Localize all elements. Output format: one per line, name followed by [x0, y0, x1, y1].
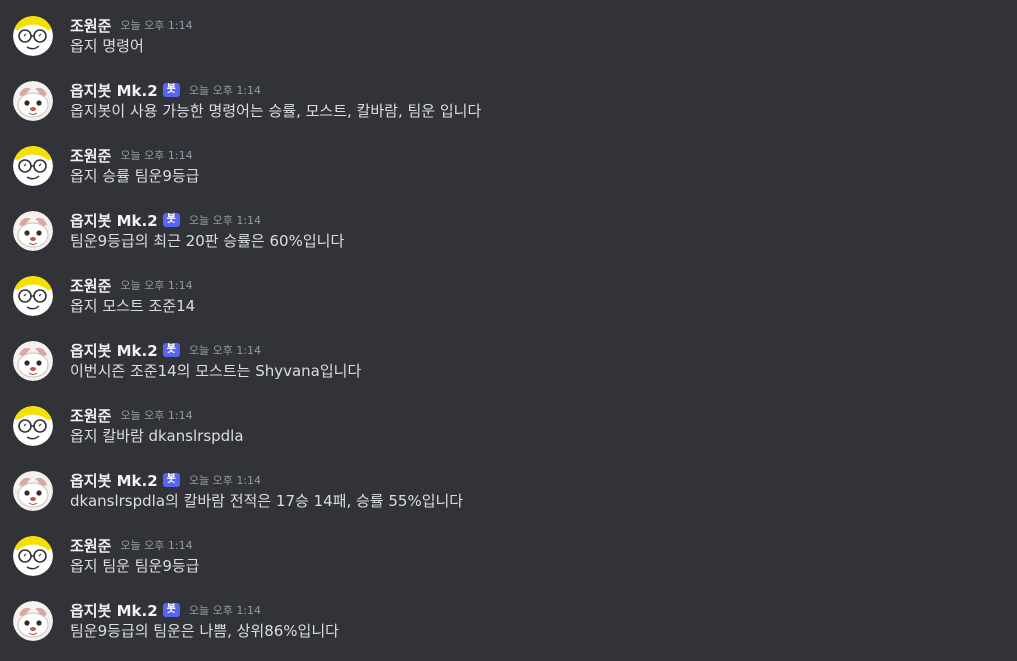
message-header: 옵지봇 Mk.2 봇 오늘 오후 1:14: [70, 469, 261, 491]
bot-tag: 봇: [162, 473, 180, 487]
user-avatar[interactable]: [13, 536, 53, 576]
message-content: 옵지 명령어: [70, 37, 144, 55]
message-header: 조원준 오늘 오후 1:14: [70, 274, 193, 296]
message-content: 옵지봇이 사용 가능한 명령어는 승률, 모스트, 칼바람, 팀운 입니다: [70, 102, 482, 120]
bot-avatar[interactable]: [13, 211, 53, 251]
timestamp: 오늘 오후 1:14: [188, 474, 262, 487]
user-avatar[interactable]: [13, 16, 53, 56]
message-item: 조원준 오늘 오후 1:14 옵지 승률 팀운9등급: [0, 144, 1017, 204]
message-content: 옵지 모스트 조준14: [70, 297, 196, 315]
glasses-face-avatar-icon: [13, 406, 53, 446]
message-header: 조원준 오늘 오후 1:14: [70, 404, 193, 426]
user-avatar[interactable]: [13, 276, 53, 316]
timestamp: 오늘 오후 1:14: [120, 539, 193, 552]
message-content: 팀운9등급의 최근 20판 승률은 60%입니다: [70, 232, 345, 250]
message-item: 조원준 오늘 오후 1:14 옵지 모스트 조준14: [0, 274, 1017, 334]
message-header: 조원준 오늘 오후 1:14: [70, 14, 193, 36]
message-item: 조원준 오늘 오후 1:14 옵지 팀운 팀운9등급: [0, 534, 1017, 594]
bot-tag: 봇: [162, 213, 180, 227]
user-avatar[interactable]: [13, 406, 53, 446]
timestamp: 오늘 오후 1:14: [120, 279, 193, 292]
timestamp: 오늘 오후 1:14: [120, 149, 193, 162]
poro-avatar-icon: [13, 211, 53, 251]
timestamp: 오늘 오후 1:14: [188, 214, 262, 227]
poro-avatar-icon: [13, 81, 53, 121]
bot-tag: 봇: [162, 603, 180, 617]
username[interactable]: 옵지봇 Mk.2: [70, 470, 158, 491]
bot-avatar[interactable]: [13, 81, 53, 121]
timestamp: 오늘 오후 1:14: [188, 344, 262, 357]
username[interactable]: 조원준: [70, 535, 111, 556]
message-content: 옵지 팀운 팀운9등급: [70, 557, 200, 575]
glasses-face-avatar-icon: [13, 146, 53, 186]
chat-message-list: 조원준 오늘 오후 1:14 옵지 명령어 옵지봇 Mk.2 봇 오늘 오후 1…: [0, 0, 1017, 661]
bot-avatar[interactable]: [13, 341, 53, 381]
username[interactable]: 조원준: [70, 275, 111, 296]
glasses-face-avatar-icon: [13, 276, 53, 316]
glasses-face-avatar-icon: [13, 16, 53, 56]
username[interactable]: 옵지봇 Mk.2: [70, 80, 158, 101]
message-header: 옵지봇 Mk.2 봇 오늘 오후 1:14: [70, 339, 261, 361]
username[interactable]: 옵지봇 Mk.2: [70, 210, 158, 231]
message-item: 옵지봇 Mk.2 봇 오늘 오후 1:14 팀운9등급의 팀운은 나쁨, 상위8…: [0, 599, 1017, 659]
message-header: 옵지봇 Mk.2 봇 오늘 오후 1:14: [70, 209, 261, 231]
poro-avatar-icon: [13, 341, 53, 381]
message-header: 옵지봇 Mk.2 봇 오늘 오후 1:14: [70, 599, 261, 621]
message-header: 조원준 오늘 오후 1:14: [70, 534, 193, 556]
message-item: 옵지봇 Mk.2 봇 오늘 오후 1:14 이번시즌 조준14의 모스트는 Sh…: [0, 339, 1017, 399]
message-content: 팀운9등급의 팀운은 나쁨, 상위86%입니다: [70, 622, 339, 640]
poro-avatar-icon: [13, 471, 53, 511]
username[interactable]: 조원준: [70, 145, 111, 166]
message-content: 옵지 칼바람 dkanslrspdla: [70, 427, 244, 445]
message-item: 옵지봇 Mk.2 봇 오늘 오후 1:14 옵지봇이 사용 가능한 명령어는 승…: [0, 79, 1017, 139]
message-header: 옵지봇 Mk.2 봇 오늘 오후 1:14: [70, 79, 261, 101]
timestamp: 오늘 오후 1:14: [188, 84, 262, 97]
poro-avatar-icon: [13, 601, 53, 641]
timestamp: 오늘 오후 1:14: [120, 19, 193, 32]
timestamp: 오늘 오후 1:14: [188, 604, 262, 617]
username[interactable]: 조원준: [70, 405, 111, 426]
timestamp: 오늘 오후 1:14: [120, 409, 193, 422]
bot-avatar[interactable]: [13, 601, 53, 641]
bot-tag: 봇: [162, 343, 180, 357]
message-item: 옵지봇 Mk.2 봇 오늘 오후 1:14 dkanslrspdla의 칼바람 …: [0, 469, 1017, 529]
message-item: 조원준 오늘 오후 1:14 옵지 칼바람 dkanslrspdla: [0, 404, 1017, 464]
username[interactable]: 옵지봇 Mk.2: [70, 340, 158, 361]
bot-tag: 봇: [162, 83, 180, 97]
username[interactable]: 조원준: [70, 15, 111, 36]
glasses-face-avatar-icon: [13, 536, 53, 576]
user-avatar[interactable]: [13, 146, 53, 186]
message-header: 조원준 오늘 오후 1:14: [70, 144, 193, 166]
message-item: 옵지봇 Mk.2 봇 오늘 오후 1:14 팀운9등급의 최근 20판 승률은 …: [0, 209, 1017, 269]
message-content: 이번시즌 조준14의 모스트는 Shyvana입니다: [70, 362, 362, 380]
message-item: 조원준 오늘 오후 1:14 옵지 명령어: [0, 14, 1017, 74]
message-content: dkanslrspdla의 칼바람 전적은 17승 14패, 승률 55%입니다: [70, 492, 464, 510]
message-content: 옵지 승률 팀운9등급: [70, 167, 200, 185]
username[interactable]: 옵지봇 Mk.2: [70, 600, 158, 621]
bot-avatar[interactable]: [13, 471, 53, 511]
